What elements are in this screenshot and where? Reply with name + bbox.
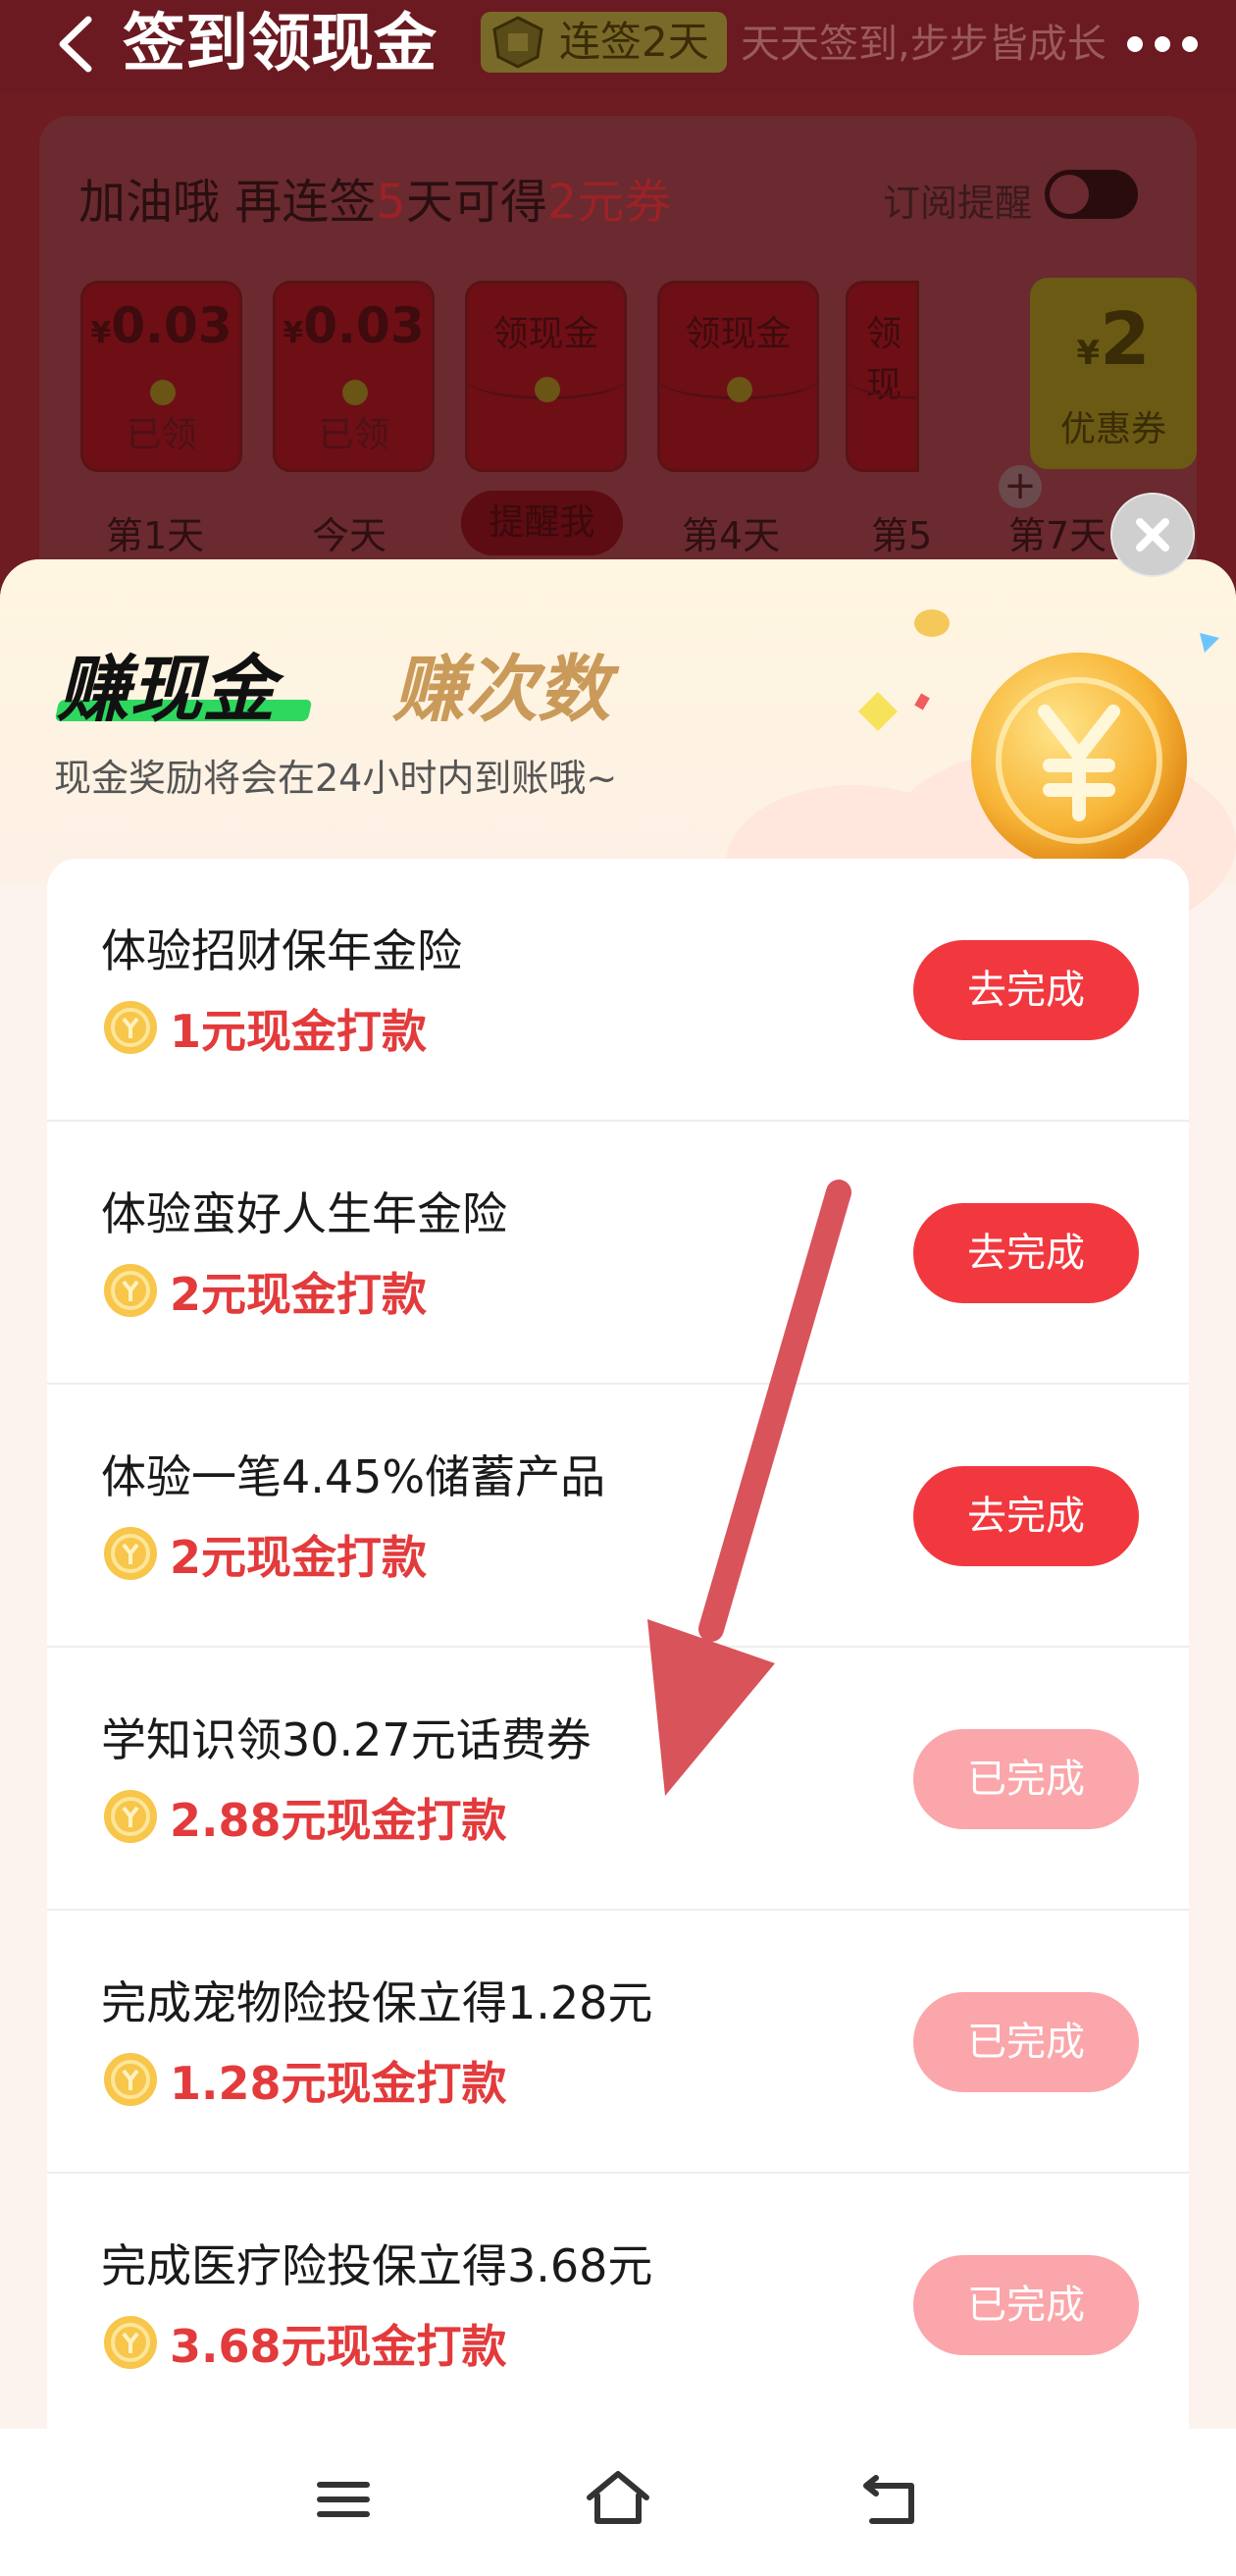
streak-badge: 连签2天 — [481, 12, 727, 73]
back-icon[interactable] — [860, 2472, 919, 2527]
task-reward: 3.68元现金打款 — [170, 2320, 507, 2373]
envelope-seal-icon — [150, 380, 176, 405]
completed-task-button[interactable]: 已完成 — [913, 1729, 1139, 1829]
task-reward: 2.88元现金打款 — [170, 1794, 507, 1847]
task-list: 体验招财保年金险 1元现金打款 去完成 体验蛮好人生年金险 2元现金打款 去完成… — [47, 859, 1189, 2576]
confetti-decoration — [1200, 633, 1219, 653]
envelope-status: 已领 — [126, 415, 197, 455]
task-row: 体验蛮好人生年金险 2元现金打款 去完成 — [47, 1122, 1189, 1385]
close-icon[interactable] — [1110, 493, 1195, 577]
coin-icon — [104, 1790, 157, 1843]
streak-shield-icon — [492, 16, 543, 69]
sheet-subtitle: 现金奖励将会在24小时内到账哦~ — [54, 757, 618, 800]
envelope-seal-icon — [727, 377, 752, 402]
slogan-text: 天天签到,步步皆成长 — [741, 22, 1107, 67]
back-arrow-icon[interactable] — [49, 10, 108, 79]
day-envelope-5: 领现 — [846, 281, 919, 472]
day-label-today: 今天 — [312, 514, 387, 557]
toggle-knob — [1050, 175, 1089, 214]
remind-me-button[interactable]: 提醒我 — [461, 491, 623, 555]
day-label-1: 第1天 — [106, 514, 205, 557]
task-title: 学知识领30.27元话费券 — [101, 1713, 592, 1766]
task-title: 体验招财保年金险 — [101, 924, 462, 977]
envelope-seal-icon — [535, 377, 560, 402]
coin-icon — [104, 2053, 157, 2106]
envelope-amount: ¥0.03 — [283, 297, 425, 354]
task-reward: 1.28元现金打款 — [170, 2057, 507, 2110]
task-row: 体验一笔4.45%储蓄产品 2元现金打款 去完成 — [47, 1385, 1189, 1648]
envelope-amount: ¥0.03 — [90, 297, 232, 354]
task-row: 完成医疗险投保立得3.68元 3.68元现金打款 已完成 — [47, 2174, 1189, 2437]
annotation-arrow-icon — [647, 1180, 851, 1796]
task-row: 学知识领30.27元话费券 2.88元现金打款 已完成 — [47, 1648, 1189, 1911]
yuan-coin-icon — [971, 653, 1187, 868]
task-row: 完成宠物险投保立得1.28元 1.28元现金打款 已完成 — [47, 1911, 1189, 2174]
completed-task-button[interactable]: 已完成 — [913, 2255, 1139, 2355]
day-envelope-1: ¥0.03 已领 — [80, 281, 242, 472]
page-title: 签到领现金 — [123, 8, 437, 80]
confetti-decoration — [858, 692, 930, 731]
tab-earn-cash[interactable]: 赚现金 — [57, 631, 275, 736]
task-reward: 2元现金打款 — [170, 1268, 428, 1321]
task-reward: 2元现金打款 — [170, 1531, 428, 1584]
streak-text: 连签2天 — [559, 18, 709, 66]
signin-headline: 加油哦 再连签5天可得2元券 — [78, 175, 672, 230]
envelope-title: 领现金 — [492, 314, 599, 354]
task-title: 体验一笔4.45%储蓄产品 — [101, 1450, 606, 1503]
complete-task-button[interactable]: 去完成 — [913, 940, 1139, 1040]
envelope-seal-icon — [342, 380, 368, 405]
complete-task-button[interactable]: 去完成 — [913, 1203, 1139, 1303]
task-title: 完成宠物险投保立得1.28元 — [101, 1976, 653, 2029]
reminder-toggle[interactable] — [1045, 170, 1138, 219]
more-icon[interactable] — [1123, 20, 1202, 69]
home-icon[interactable] — [584, 2468, 652, 2527]
coin-icon — [104, 1264, 157, 1317]
day-envelope-3: 领现金 — [465, 281, 627, 472]
task-title: 完成医疗险投保立得3.68元 — [101, 2239, 653, 2292]
coin-icon — [104, 2316, 157, 2369]
day-envelope-2: ¥0.03 已领 — [273, 281, 435, 472]
coupon-card: ¥2 优惠券 — [1030, 278, 1197, 469]
task-title: 体验蛮好人生年金险 — [101, 1187, 507, 1240]
sheet-header: 赚现金 赚次数 现金奖励将会在24小时内到账哦~ — [0, 559, 1236, 942]
complete-task-button[interactable]: 去完成 — [913, 1466, 1139, 1566]
task-reward: 1元现金打款 — [170, 1005, 428, 1058]
envelope-title: 领现金 — [685, 314, 792, 354]
reminder-label: 订阅提醒 — [883, 182, 1033, 225]
top-bar: 签到领现金 连签2天 天天签到,步步皆成长 — [0, 0, 1236, 93]
completed-task-button[interactable]: 已完成 — [913, 1992, 1139, 2092]
task-sheet: 赚现金 赚次数 现金奖励将会在24小时内到账哦~ 体验招财保年金险 1元现金打款… — [0, 559, 1236, 2576]
menu-icon[interactable] — [314, 2475, 373, 2524]
task-row: 体验招财保年金险 1元现金打款 去完成 — [47, 859, 1189, 1122]
day-label-4: 第4天 — [682, 514, 781, 557]
coupon-amount: ¥2 — [1076, 297, 1151, 382]
plus-icon: + — [999, 465, 1042, 508]
day-label-7: 第7天 — [1008, 514, 1107, 557]
coupon-label: 优惠券 — [1059, 409, 1166, 449]
day-envelope-4: 领现金 — [657, 281, 819, 472]
envelope-status: 已领 — [318, 415, 389, 455]
tab-earn-times[interactable]: 赚次数 — [392, 631, 610, 736]
day-label-5: 第5 — [871, 514, 933, 557]
system-nav-bar — [0, 2429, 1236, 2576]
coin-icon — [104, 1001, 157, 1054]
coin-icon — [104, 1527, 157, 1580]
